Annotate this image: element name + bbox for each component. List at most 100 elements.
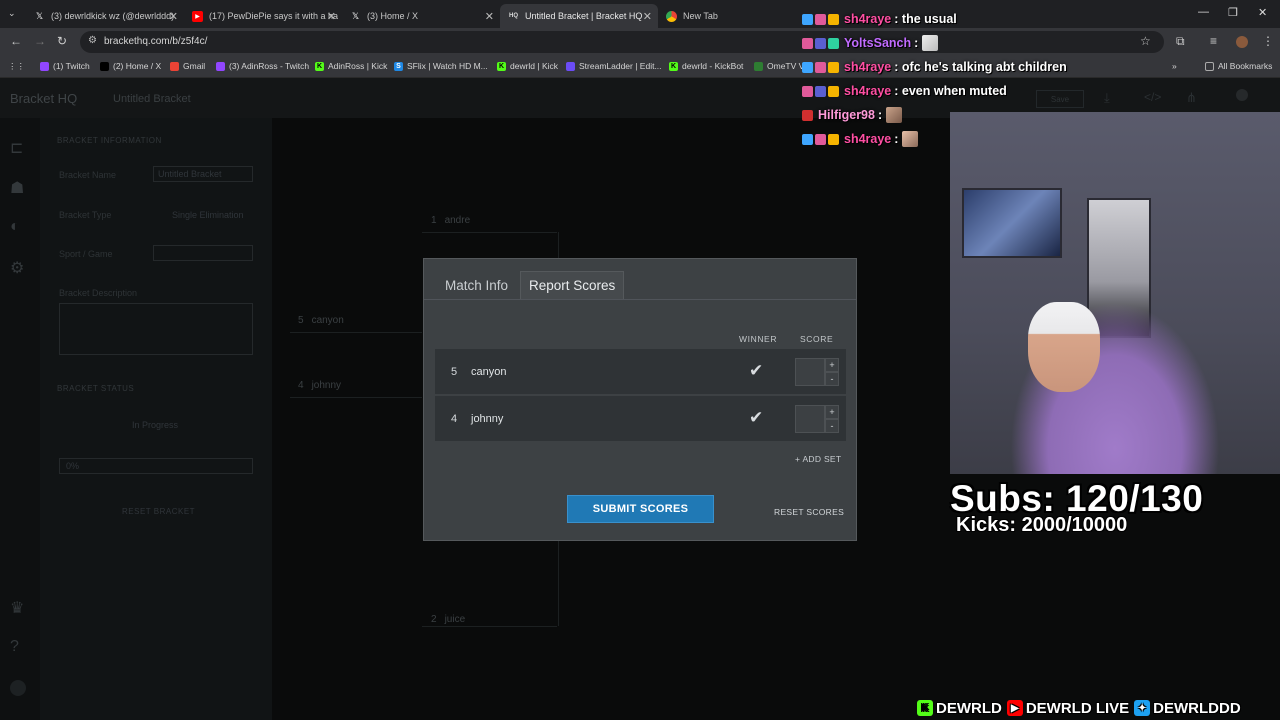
close-tab-icon[interactable]: ✕ bbox=[485, 10, 494, 23]
user-avatar[interactable] bbox=[1236, 89, 1248, 101]
bookmark-star-icon[interactable]: ☆ bbox=[1140, 34, 1151, 48]
reload-icon[interactable]: ↻ bbox=[57, 34, 67, 48]
site-info-icon[interactable]: ⚙ bbox=[88, 35, 97, 46]
more-bookmarks-icon[interactable]: » bbox=[1172, 61, 1177, 71]
settings-icon[interactable]: ⚙ bbox=[10, 258, 24, 278]
save-button[interactable]: Save bbox=[1036, 90, 1084, 108]
tab-twitter-profile[interactable]: 𝕏 (3) dewrldkick wz (@dewrlddd) ✕ bbox=[26, 4, 184, 28]
bookmark-item[interactable]: S SFlix | Watch HD M... bbox=[394, 61, 488, 71]
bracket-name-input[interactable]: Untitled Bracket bbox=[153, 166, 253, 182]
bracket-line bbox=[422, 232, 557, 233]
chat-message: YoltsSanch: bbox=[802, 34, 939, 52]
emote-image bbox=[902, 131, 919, 147]
submit-scores-button[interactable]: SUBMIT SCORES bbox=[567, 495, 714, 523]
tab-label: (3) Home / X bbox=[367, 11, 419, 21]
bookmark-item[interactable]: (3) AdinRoss - Twitch bbox=[216, 61, 309, 71]
back-icon[interactable]: ← bbox=[10, 34, 22, 48]
bracket-icon[interactable]: ⊏ bbox=[10, 138, 23, 158]
reset-bracket-button[interactable]: RESET BRACKET bbox=[122, 507, 195, 516]
bookmark-item[interactable]: K AdinRoss | Kick bbox=[315, 61, 387, 71]
score-decrement-button[interactable]: - bbox=[825, 419, 839, 433]
bracket-seed-slot[interactable]: 2 juice bbox=[431, 614, 465, 625]
bookmark-item[interactable]: Kdewrld | Kick bbox=[497, 61, 558, 71]
description-label: Bracket Description bbox=[59, 288, 138, 298]
sport-input[interactable] bbox=[153, 245, 253, 261]
download-icon[interactable]: ⤓ bbox=[1104, 90, 1110, 106]
tab-x-home[interactable]: 𝕏 (3) Home / X ✕ bbox=[342, 4, 500, 28]
participant-name: canyon bbox=[471, 366, 507, 378]
seed-number: 4 bbox=[298, 380, 304, 391]
media-icon[interactable]: ≡ bbox=[1210, 34, 1217, 48]
tab-new-tab[interactable]: New Tab bbox=[658, 4, 798, 28]
emote-image bbox=[922, 35, 939, 51]
score-increment-button[interactable]: + bbox=[825, 358, 839, 372]
x-logo-icon bbox=[100, 61, 109, 71]
address-bar[interactable]: ⚙ brackethq.com/b/z5f4c/ ☆ bbox=[80, 31, 1164, 53]
bracket-type-select[interactable]: Single Elimination bbox=[172, 210, 244, 220]
minimize-icon[interactable]: — bbox=[1198, 6, 1209, 18]
tab-report-scores[interactable]: Report Scores bbox=[520, 271, 625, 299]
brand-logo[interactable]: Bracket HQ bbox=[10, 91, 77, 106]
score-decrement-button[interactable]: - bbox=[825, 372, 839, 386]
crown-icon[interactable]: ♛ bbox=[10, 598, 24, 618]
chat-message: sh4raye: bbox=[802, 130, 919, 148]
badge-icon bbox=[802, 109, 813, 121]
tab-match-info[interactable]: Match Info bbox=[437, 271, 516, 299]
chat-message: Hilfiger98: bbox=[802, 106, 903, 124]
bookmark-item[interactable]: (2) Home / X bbox=[100, 61, 161, 71]
tab-bracket-hq[interactable]: HQ Untitled Bracket | Bracket HQ ✕ bbox=[500, 4, 658, 28]
account-icon[interactable] bbox=[10, 680, 26, 696]
winner-check-icon[interactable]: ✔ bbox=[749, 361, 763, 381]
kick-icon: K bbox=[315, 61, 324, 71]
sflix-icon: S bbox=[394, 61, 403, 71]
score-input[interactable] bbox=[795, 358, 825, 386]
description-textarea[interactable] bbox=[59, 303, 253, 355]
crown-badge-icon bbox=[828, 13, 839, 25]
twitter-handle: DEWRLDDD bbox=[1153, 699, 1241, 717]
bookmark-item[interactable]: Gmail bbox=[170, 61, 205, 71]
apps-icon[interactable]: ⋮⋮ bbox=[8, 61, 25, 72]
badge-icon bbox=[828, 37, 839, 49]
bracket-seed-slot[interactable]: 1 andre bbox=[431, 215, 470, 226]
progress-label: 0% bbox=[66, 461, 80, 471]
theme-icon[interactable]: ◐ bbox=[10, 218, 20, 236]
bookmark-label: SFlix | Watch HD M... bbox=[407, 61, 488, 71]
seed-number: 5 bbox=[298, 315, 304, 326]
add-set-button[interactable]: + ADD SET bbox=[795, 454, 841, 464]
close-tab-icon[interactable]: ✕ bbox=[169, 10, 178, 23]
close-tab-icon[interactable]: ✕ bbox=[327, 10, 336, 23]
browser-tab-strip: ⌄ 𝕏 (3) dewrldkick wz (@dewrlddd) ✕ ▶ (1… bbox=[0, 0, 1280, 28]
badge-icon bbox=[815, 61, 826, 73]
forward-icon[interactable]: → bbox=[34, 34, 46, 48]
reset-scores-button[interactable]: RESET SCORES bbox=[774, 507, 844, 517]
extensions-icon[interactable]: ⧉ bbox=[1176, 34, 1185, 49]
close-window-icon[interactable]: ✕ bbox=[1258, 6, 1267, 19]
winner-check-icon[interactable]: ✔ bbox=[749, 408, 763, 428]
bookmark-item[interactable]: (1) Twitch bbox=[40, 61, 90, 71]
score-increment-button[interactable]: + bbox=[825, 405, 839, 419]
embed-icon[interactable]: </> bbox=[1144, 90, 1161, 104]
tab-search-icon[interactable]: ⌄ bbox=[8, 8, 16, 19]
badge-icon bbox=[815, 85, 826, 97]
bracket-seed-slot[interactable]: 5 canyon bbox=[298, 315, 344, 326]
close-tab-icon[interactable]: ✕ bbox=[643, 10, 652, 23]
bookmark-item[interactable]: StreamLadder | Edit... bbox=[566, 61, 662, 71]
url-text[interactable]: brackethq.com/b/z5f4c/ bbox=[104, 36, 207, 47]
all-bookmarks[interactable]: All Bookmarks bbox=[1205, 61, 1272, 71]
menu-icon[interactable]: ⋮ bbox=[1262, 34, 1274, 48]
tab-youtube[interactable]: ▶ (17) PewDiePie says it with a ha ✕ bbox=[184, 4, 342, 28]
bookmarks-bar: ⋮⋮ (1) Twitch (2) Home / X Gmail (3) Adi… bbox=[0, 56, 1280, 78]
score-input[interactable] bbox=[795, 405, 825, 433]
share-icon[interactable]: ⋔ bbox=[1186, 90, 1197, 106]
chrome-icon bbox=[666, 10, 677, 22]
bracket-seed-slot[interactable]: 4 johnny bbox=[298, 380, 341, 391]
seed-name: juice bbox=[444, 614, 466, 625]
profile-avatar[interactable] bbox=[1236, 36, 1248, 48]
name-label: Bracket Name bbox=[59, 170, 117, 180]
help-icon[interactable]: ? bbox=[10, 638, 19, 656]
bookmark-label: Gmail bbox=[183, 61, 206, 71]
twitter-icon: ✦ bbox=[1134, 700, 1151, 716]
restore-icon[interactable]: ❐ bbox=[1228, 6, 1238, 19]
participants-icon[interactable]: ☗ bbox=[10, 178, 24, 198]
bookmark-item[interactable]: Kdewrld - KickBot bbox=[669, 61, 743, 71]
